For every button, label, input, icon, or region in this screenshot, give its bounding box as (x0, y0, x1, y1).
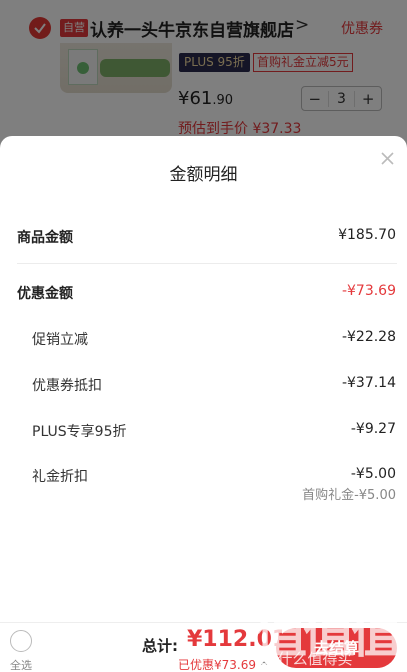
total-label: 总计: (142, 637, 178, 655)
amount-detail-sheet: 金额明细 商品金额 ¥185.70 优惠金额 -¥73.69 促销立减 -¥22… (0, 136, 407, 622)
coupon-row: 优惠券抵扣 -¥37.14 (0, 369, 407, 399)
row-label: 商品金额 (17, 230, 73, 246)
row-value: ¥185.70 (338, 227, 396, 243)
row-label: 优惠金额 (17, 286, 73, 302)
select-all-checkbox[interactable] (10, 630, 32, 652)
row-value: -¥9.27 (350, 421, 396, 437)
gift-note: 首购礼金-¥5.00 (302, 488, 396, 503)
divider (17, 263, 397, 264)
row-value: -¥73.69 (341, 283, 396, 299)
sheet-title: 金额明细 (169, 165, 238, 185)
watermark-sub: zhi什么值得买 (256, 650, 353, 668)
promo-row: 促销立减 -¥22.28 (0, 323, 407, 353)
row-label: 礼金折扣 (32, 469, 88, 485)
goods-amount-row: 商品金额 ¥185.70 (0, 221, 407, 251)
row-label: 优惠券抵扣 (32, 378, 102, 394)
close-button[interactable] (378, 149, 398, 169)
select-all-label[interactable]: 全选 (10, 657, 32, 672)
row-label: 促销立减 (32, 332, 88, 348)
close-icon (381, 152, 394, 165)
row-value: -¥22.28 (341, 329, 396, 345)
row-value: -¥5.00 (350, 466, 396, 482)
discount-amount-row: 优惠金额 -¥73.69 (0, 277, 407, 307)
plus-discount-row: PLUS专享95折 -¥9.27 (0, 415, 407, 445)
row-value: -¥37.14 (341, 375, 396, 391)
row-label: PLUS专享95折 (32, 424, 127, 440)
